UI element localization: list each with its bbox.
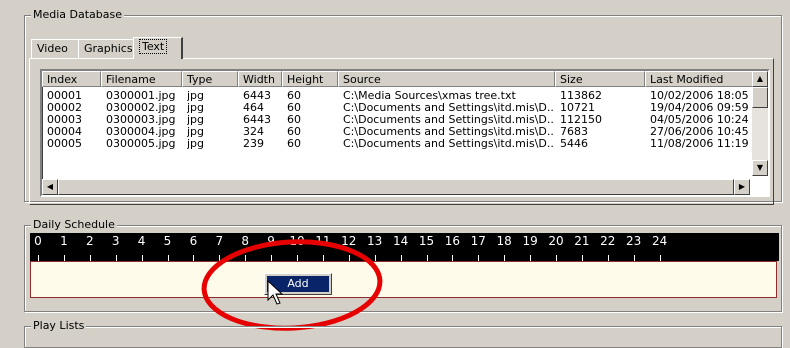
- table-cell: 239: [243, 138, 264, 150]
- scroll-right-button[interactable]: ▶: [734, 179, 750, 195]
- hour-label: 20: [548, 234, 564, 248]
- play-lists-group: Play Lists: [24, 319, 782, 348]
- table-cell: 00005: [47, 138, 82, 150]
- table-cell: jpg: [187, 138, 205, 150]
- table-cell: 0300003.jpg: [106, 114, 176, 126]
- column-header[interactable]: Source: [338, 71, 555, 87]
- hour-label: 11: [315, 234, 331, 248]
- hour-label: 17: [470, 234, 486, 248]
- hour-label: 0: [34, 234, 42, 248]
- table-cell: 0300001.jpg: [106, 90, 176, 102]
- table-cell: jpg: [187, 90, 205, 102]
- scroll-down-button[interactable]: ▼: [752, 160, 768, 176]
- media-list[interactable]: Index Filename Type Width Height Source Size La…: [40, 69, 770, 197]
- hour-label: 13: [367, 234, 383, 248]
- hour-label: 22: [600, 234, 616, 248]
- hour-label: 19: [522, 234, 538, 248]
- horizontal-scroll-thumb[interactable]: [58, 179, 734, 195]
- table-cell: 112150: [560, 114, 602, 126]
- table-cell: 04/05/2006 10:24: [650, 114, 749, 126]
- hour-label: 6: [189, 234, 198, 248]
- table-cell: 464: [243, 102, 264, 114]
- table-cell: 5446: [560, 138, 588, 150]
- tab-text[interactable]: Text: [133, 37, 183, 59]
- table-cell: jpg: [187, 102, 205, 114]
- table-cell: 19/04/2006 09:59: [650, 102, 749, 114]
- scroll-up-button[interactable]: ▲: [752, 71, 768, 87]
- table-cell: 0300005.jpg: [106, 138, 176, 150]
- hour-ruler: 0 1 2 3 4 5 6 7 8 9 10 11 12 13 14 15 16 17 18 19 20 21 22 23 24: [30, 233, 779, 261]
- table-cell: 00004: [47, 126, 82, 138]
- daily-schedule-title: Daily Schedule: [31, 218, 117, 232]
- table-cell: 10721: [560, 102, 595, 114]
- hour-label: 9: [267, 234, 275, 248]
- tab-video[interactable]: Video: [31, 39, 79, 58]
- table-cell: C:\Documents and Settings\itd.mis\D...: [343, 102, 554, 114]
- column-header[interactable]: Width: [238, 71, 282, 87]
- table-cell: C:\Documents and Settings\itd.mis\D...: [343, 138, 554, 150]
- hour-label: 21: [574, 234, 590, 248]
- tab-text-label: Text: [139, 39, 168, 54]
- table-cell: 6443: [243, 114, 271, 126]
- column-header[interactable]: Type: [182, 71, 238, 87]
- column-header[interactable]: Size: [555, 71, 645, 87]
- hour-label: 5: [163, 234, 172, 248]
- column-header[interactable]: Filename: [101, 71, 182, 87]
- hour-label: 3: [111, 234, 120, 248]
- column-header[interactable]: Last Modified: [645, 71, 753, 87]
- table-cell: 7683: [560, 126, 588, 138]
- column-header[interactable]: Index: [42, 71, 101, 87]
- hour-label: 7: [215, 234, 224, 248]
- table-cell: 324: [243, 126, 264, 138]
- table-cell: 27/06/2006 10:45: [650, 126, 749, 138]
- table-cell: 60: [287, 102, 301, 114]
- scroll-left-button[interactable]: ◀: [42, 179, 58, 195]
- hour-label: 4: [137, 234, 146, 248]
- column-header[interactable]: Height: [282, 71, 338, 87]
- table-cell: 00002: [47, 102, 82, 114]
- table-cell: 0300002.jpg: [106, 102, 176, 114]
- table-cell: 60: [287, 138, 301, 150]
- menu-item-add[interactable]: Add: [267, 276, 329, 292]
- table-cell: jpg: [187, 126, 205, 138]
- table-cell: 00001: [47, 90, 82, 102]
- table-cell: 10/02/2006 18:05: [650, 90, 749, 102]
- hour-label: 15: [418, 234, 435, 248]
- hour-label: 12: [341, 234, 357, 248]
- table-cell: jpg: [187, 114, 205, 126]
- tab-graphics-label: Graphics: [84, 42, 133, 55]
- hour-label: 18: [496, 234, 512, 248]
- tab-video-label: Video: [37, 42, 68, 55]
- hour-label: 2: [85, 234, 94, 248]
- hour-label: 24: [651, 234, 668, 248]
- vertical-scroll-thumb[interactable]: [752, 87, 768, 108]
- table-cell: C:\Documents and Settings\itd.mis\D...: [343, 114, 554, 126]
- hour-label: 16: [444, 234, 461, 248]
- play-lists-title: Play Lists: [31, 319, 87, 333]
- table-cell: 60: [287, 126, 301, 138]
- table-cell: C:\Media Sources\xmas tree.txt: [343, 90, 516, 102]
- hour-label: 10: [289, 234, 305, 248]
- table-cell: 0300004.jpg: [106, 126, 176, 138]
- vertical-scrollbar[interactable]: ▲ ▼: [752, 71, 768, 176]
- table-cell: 60: [287, 114, 301, 126]
- table-cell: 113862: [560, 90, 602, 102]
- table-cell: 11/08/2006 11:19: [650, 138, 749, 150]
- table-cell: 00003: [47, 114, 82, 126]
- table-cell: C:\Documents and Settings\itd.mis\D...: [343, 126, 554, 138]
- media-database-title: Media Database: [31, 8, 125, 22]
- hour-label: 14: [392, 234, 409, 248]
- hour-label: 23: [626, 234, 642, 248]
- hour-label: 8: [241, 234, 250, 248]
- table-cell: 6443: [243, 90, 271, 102]
- hour-label: 1: [60, 234, 68, 248]
- schedule-track[interactable]: [30, 261, 777, 298]
- table-cell: 60: [287, 90, 301, 102]
- horizontal-scrollbar[interactable]: ◀ ▶: [42, 179, 750, 195]
- context-menu: Add: [264, 273, 332, 295]
